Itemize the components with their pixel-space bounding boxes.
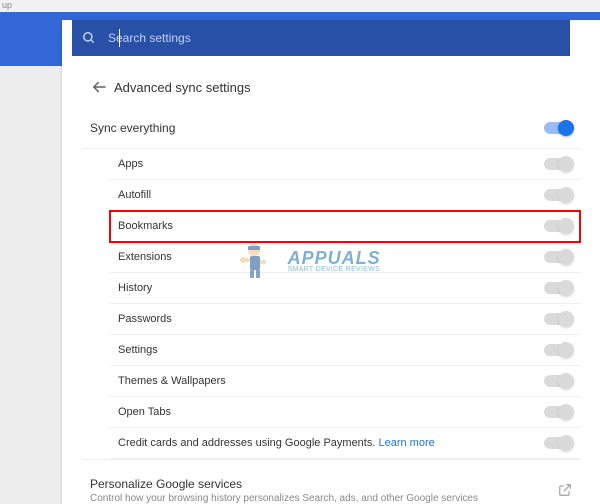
back-button[interactable] — [84, 78, 114, 96]
sync-option-toggle[interactable] — [544, 158, 572, 170]
sync-option-label: Bookmarks — [118, 220, 544, 232]
sync-option-label: Passwords — [118, 313, 544, 325]
sync-option-extensions: Extensions — [110, 242, 580, 273]
sync-everything-label: Sync everything — [90, 121, 544, 135]
sync-option-toggle[interactable] — [544, 189, 572, 201]
service-subtitle: Control how your browsing history person… — [90, 493, 558, 504]
sync-option-themes-wallpapers: Themes & Wallpapers — [110, 366, 580, 397]
sync-option-apps: Apps — [110, 149, 580, 180]
sync-option-label: Autofill — [118, 189, 544, 201]
sync-option-toggle[interactable] — [544, 220, 572, 232]
sync-option-history: History — [110, 273, 580, 304]
sync-option-autofill: Autofill — [110, 180, 580, 211]
sync-option-toggle[interactable] — [544, 313, 572, 325]
learn-more-link[interactable]: Learn more — [378, 437, 434, 449]
sync-option-toggle[interactable] — [544, 282, 572, 294]
sync-option-toggle[interactable] — [544, 344, 572, 356]
sync-option-toggle[interactable] — [544, 437, 572, 449]
sync-option-label: Open Tabs — [118, 406, 544, 418]
settings-card: Advanced sync settings Sync everything A… — [62, 20, 600, 504]
browser-active-tab[interactable]: up — [0, 0, 20, 11]
sync-option-credit-cards-and-addresses-using-google-payments: Credit cards and addresses using Google … — [110, 428, 580, 459]
sync-option-toggle[interactable] — [544, 406, 572, 418]
sync-option-toggle[interactable] — [544, 375, 572, 387]
sync-option-label: Themes & Wallpapers — [118, 375, 544, 387]
sync-option-bookmarks: Bookmarks — [110, 211, 580, 242]
sync-option-label: History — [118, 282, 544, 294]
sync-option-label: Extensions — [118, 251, 544, 263]
sync-option-label: Apps — [118, 158, 544, 170]
sync-everything-toggle[interactable] — [544, 122, 572, 134]
service-title: Personalize Google services — [90, 477, 558, 491]
arrow-left-icon — [90, 78, 108, 96]
sync-option-toggle[interactable] — [544, 251, 572, 263]
search-field[interactable] — [72, 20, 570, 56]
sync-option-label: Settings — [118, 344, 544, 356]
sync-option-label: Credit cards and addresses using Google … — [118, 437, 544, 449]
search-input[interactable] — [106, 30, 570, 46]
page-titlebar: Advanced sync settings — [62, 66, 600, 108]
sync-option-passwords: Passwords — [110, 304, 580, 335]
open-external-icon — [558, 483, 572, 497]
sync-everything-row: Sync everything — [82, 108, 580, 149]
sync-option-open-tabs: Open Tabs — [110, 397, 580, 428]
search-icon — [72, 31, 106, 45]
sync-option-settings: Settings — [110, 335, 580, 366]
page-title: Advanced sync settings — [114, 80, 251, 95]
text-caret — [119, 29, 120, 47]
service-row-0[interactable]: Personalize Google services Control how y… — [82, 459, 580, 504]
